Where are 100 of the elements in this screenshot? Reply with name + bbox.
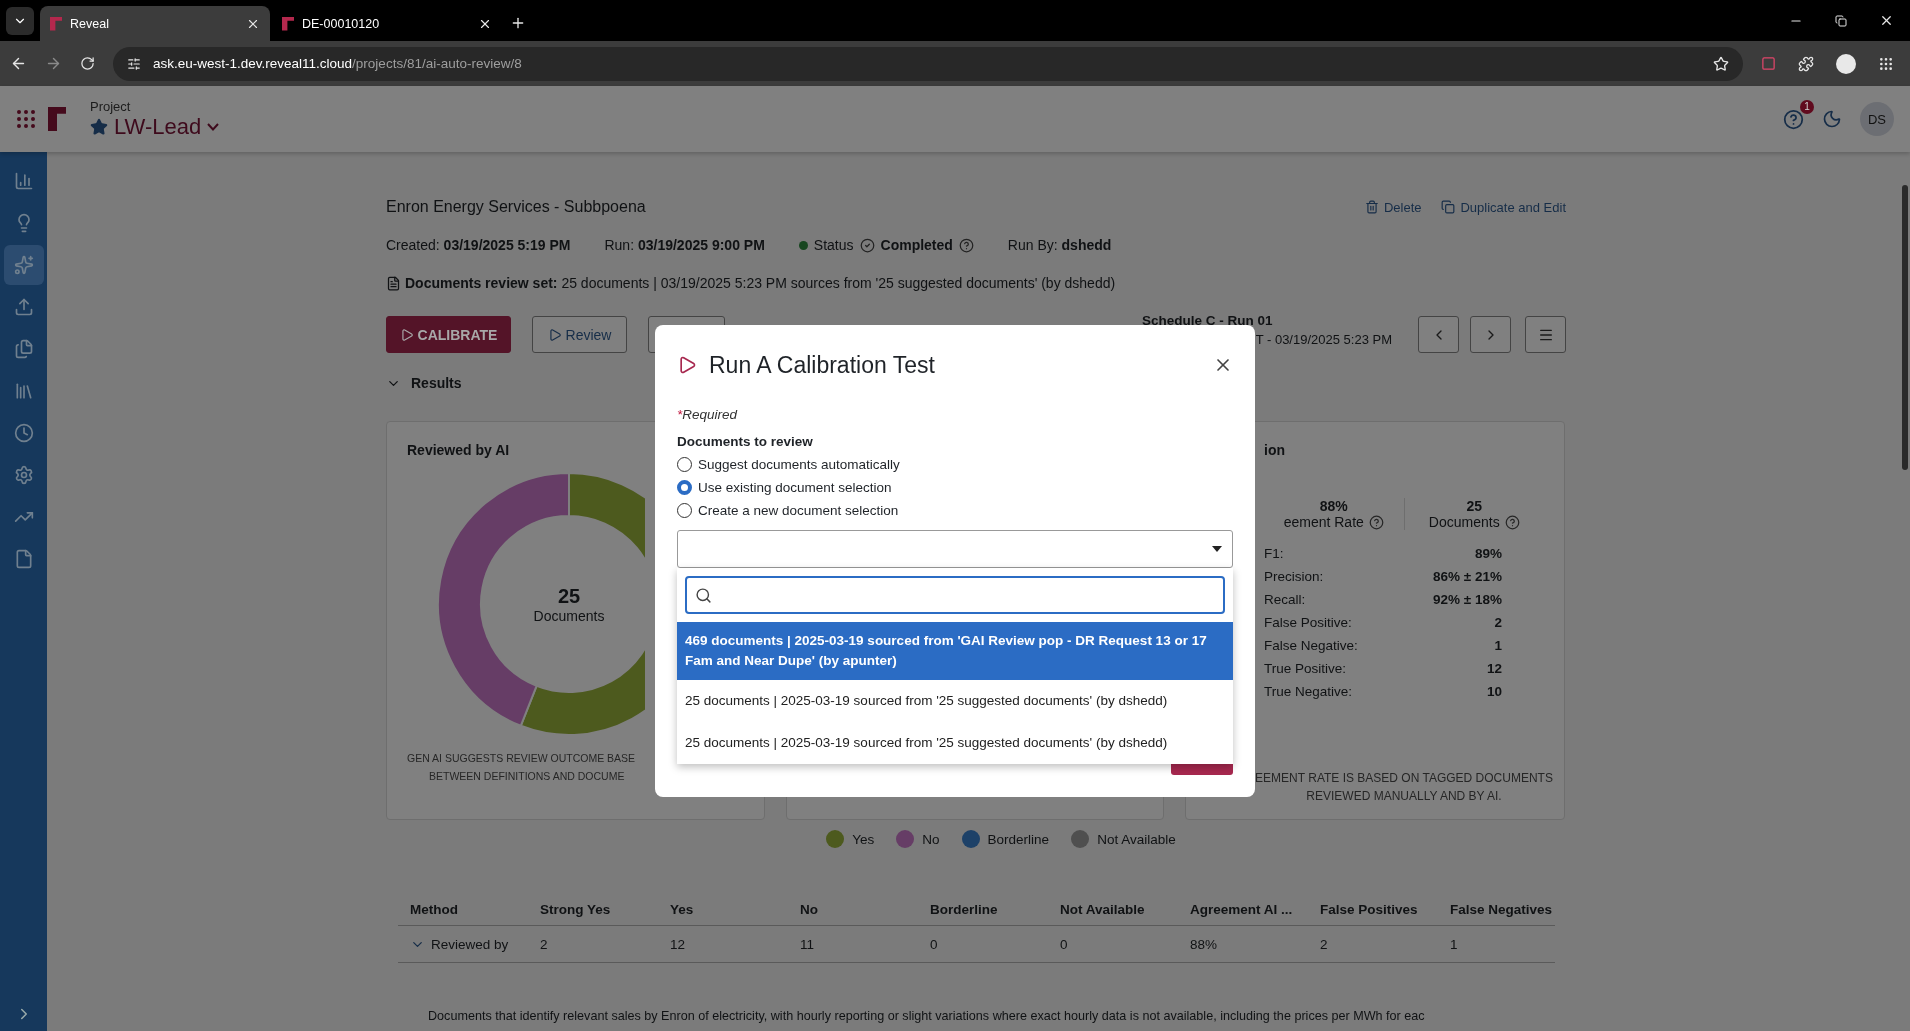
files-icon xyxy=(13,339,34,359)
column-header: False Negatives xyxy=(1438,894,1555,926)
browser-tab[interactable]: DE-00010120 xyxy=(272,6,502,41)
column-header: False Positives xyxy=(1308,894,1438,926)
table-cell: Reviewed by xyxy=(398,926,528,963)
review-button[interactable]: Review xyxy=(532,316,627,353)
card-caption: REVIEWED MANUALLY AND BY AI. xyxy=(1306,788,1502,805)
star-icon xyxy=(90,117,108,136)
column-header: Method xyxy=(398,894,528,926)
moon-icon[interactable] xyxy=(1822,109,1842,129)
stat-label: Documents xyxy=(1428,514,1500,530)
meta-text: Created: 03/19/2025 5:19 PM xyxy=(386,237,571,253)
meta-text: Run: 03/19/2025 9:00 PM xyxy=(604,237,765,253)
action-link[interactable]: Delete xyxy=(1364,199,1422,215)
column-header: Yes xyxy=(658,894,788,926)
dropdown-option[interactable]: 25 documents | 2025-03-19 sourced from '25 suggested documents' (by dshedd) xyxy=(677,680,1233,722)
tab-title: DE-00010120 xyxy=(302,16,381,31)
sliders-icon[interactable] xyxy=(127,56,141,71)
address-field[interactable]: ask.eu-west-1.dev.reveal11.cloud/projects/81/ai-auto-review/8 xyxy=(113,46,1743,81)
metric-value: 12 xyxy=(1486,661,1502,678)
chevron-down-icon xyxy=(207,122,220,131)
menu-button[interactable] xyxy=(1525,316,1566,353)
schedule-name: Schedule C - Run 01 xyxy=(1142,312,1274,328)
review-set-text: Documents review set: 25 documents | 03/19/2025 5:23 PM sources from '25 suggested documents' (by dshedd) xyxy=(405,275,1116,291)
status-value: Completed xyxy=(880,237,953,253)
metric-value: 2 xyxy=(1494,615,1502,632)
metric-label: True Positive: xyxy=(1264,661,1347,678)
radio-button[interactable] xyxy=(677,503,692,518)
reload-icon[interactable] xyxy=(80,56,95,71)
play-icon xyxy=(399,327,414,342)
legend-label: Yes xyxy=(852,831,875,847)
document-select[interactable] xyxy=(677,530,1233,568)
profile-icon[interactable] xyxy=(1836,53,1856,74)
plus-icon[interactable] xyxy=(510,15,526,31)
url-host: ask.eu-west-1.dev.reveal11.cloud xyxy=(153,56,353,71)
help-icon[interactable] xyxy=(1504,514,1520,530)
metric-value: 89% xyxy=(1474,546,1502,563)
help-icon[interactable] xyxy=(1368,514,1384,530)
table-cell: 0 xyxy=(918,926,1048,963)
table-cell: 11 xyxy=(788,926,918,963)
dropdown-option[interactable]: 25 documents | 2025-03-19 sourced from '25 suggested documents' (by dshedd) xyxy=(677,722,1233,764)
legend-label: Not Available xyxy=(1097,831,1176,847)
check-icon xyxy=(859,237,875,253)
table-cell: 2 xyxy=(1308,926,1438,963)
metric-value: 92% ± 18% xyxy=(1433,592,1502,609)
search-icon xyxy=(695,586,712,604)
card-title: ion xyxy=(1264,442,1285,458)
more-icon[interactable] xyxy=(1878,55,1894,72)
radio-label: Suggest documents automatically xyxy=(698,457,900,472)
metric-label: Recall: xyxy=(1264,592,1306,609)
upload-icon xyxy=(13,297,34,317)
metric-label: F1: xyxy=(1264,546,1284,563)
required-note: *Required xyxy=(677,407,738,422)
caret-icon xyxy=(1212,546,1222,552)
project-selector[interactable]: LW-Lead xyxy=(90,113,220,140)
legend-label: No xyxy=(922,831,940,847)
metric-label: False Positive: xyxy=(1264,615,1352,632)
user-avatar[interactable]: DS xyxy=(1860,102,1894,136)
restore-icon[interactable] xyxy=(1835,14,1847,27)
sidebar-item[interactable] xyxy=(3,245,44,285)
radio-button[interactable] xyxy=(677,457,692,472)
dropdown-option[interactable]: 469 documents | 2025-03-19 sourced from 'GAI Review pop - DR Request 13 or 17 Fam and Near Dupe' (by apunter) xyxy=(677,622,1233,680)
column-header: Borderline xyxy=(918,894,1048,926)
schedule-date: T - 03/19/2025 5:23 PM xyxy=(1255,331,1392,347)
browser-tab[interactable]: Reveal xyxy=(40,6,270,41)
favicon-icon xyxy=(282,16,294,31)
radio-button[interactable] xyxy=(677,480,692,495)
document-icon xyxy=(386,275,401,291)
card-title: Reviewed by AI xyxy=(407,442,510,458)
metric-value: 10 xyxy=(1486,684,1502,701)
results-toggle[interactable]: Results xyxy=(386,373,462,393)
help-icon[interactable] xyxy=(958,237,974,253)
action-link[interactable]: Duplicate and Edit xyxy=(1441,199,1566,215)
help-icon[interactable] xyxy=(1783,108,1804,130)
card-caption: BETWEEN DEFINITIONS AND DOCUME xyxy=(428,769,625,784)
back-icon[interactable] xyxy=(10,55,27,72)
description-text: Documents that identify relevant sales by Enron of electricity, with hourly reporting or slight variations where exact hourly data is not available, including the prices per MWh for eac xyxy=(428,1009,1426,1023)
search-field[interactable] xyxy=(685,576,1225,614)
calibrate-button[interactable]: CALIBRATE xyxy=(386,316,511,353)
settings-icon xyxy=(13,465,34,485)
star-icon[interactable] xyxy=(1713,55,1729,72)
column-header: No xyxy=(788,894,918,926)
puzzle-icon[interactable] xyxy=(1798,55,1814,72)
card-caption: GEN AI SUGGESTS REVIEW OUTCOME BASE xyxy=(407,751,636,766)
radio-label: Create a new document selection xyxy=(698,503,899,518)
next-button[interactable] xyxy=(1470,316,1511,353)
clock-icon xyxy=(13,423,34,443)
legend-label: Borderline xyxy=(987,831,1050,847)
metric-value: 86% ± 21% xyxy=(1433,569,1502,586)
favicon-icon xyxy=(50,16,62,31)
metric-value: 1 xyxy=(1494,638,1502,655)
scrollbar-thumb[interactable] xyxy=(1902,185,1908,470)
apps-grid-icon[interactable] xyxy=(14,107,38,131)
forward-icon[interactable] xyxy=(45,55,62,72)
table-cell: 88% xyxy=(1178,926,1308,963)
tab-list-button[interactable] xyxy=(6,7,34,35)
close-icon[interactable] xyxy=(1879,13,1894,28)
card-caption: EEMENT RATE IS BASED ON TAGGED DOCUMENTS xyxy=(1255,770,1553,787)
previous-button[interactable] xyxy=(1418,316,1459,353)
radio-label: Use existing document selection xyxy=(698,480,892,495)
